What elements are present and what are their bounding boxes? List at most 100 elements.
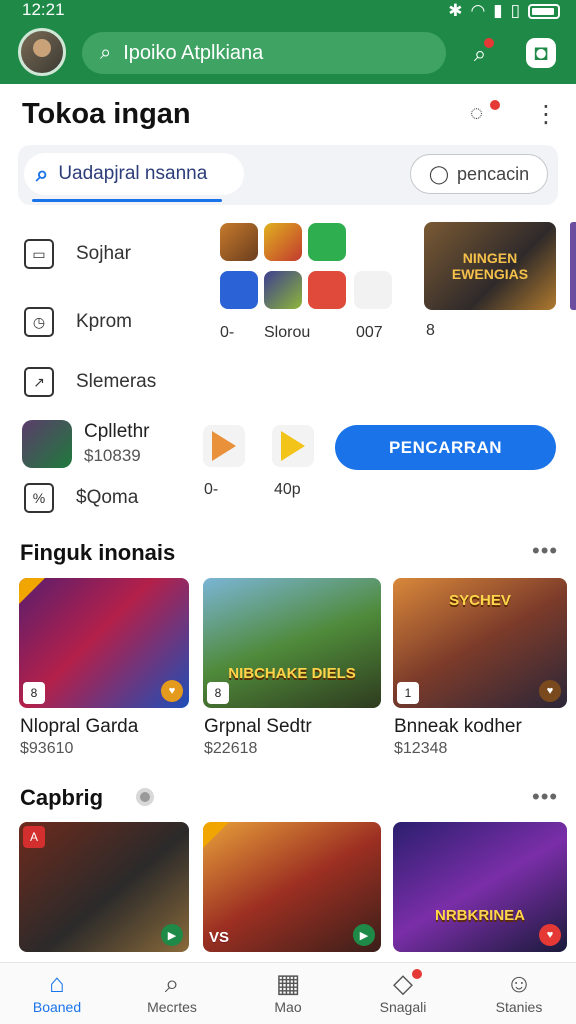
section-title: Finguk inonais xyxy=(20,540,176,565)
nav-tab-search[interactable]: ⌕ Mecrtes xyxy=(117,967,227,1015)
game-art-caption: NIBCHAKE DIELS xyxy=(228,665,356,682)
game-card[interactable]: VS ▶ xyxy=(203,822,381,952)
home-icon: ⌂ xyxy=(49,968,65,998)
section-more-button[interactable]: ••• xyxy=(532,784,558,810)
app-icon-warrior[interactable] xyxy=(220,223,258,261)
game-art-caption: SYCHEV xyxy=(449,592,511,609)
wifi-icon: ◠ xyxy=(470,1,486,20)
game-card[interactable]: A ▶ xyxy=(19,822,189,952)
game-name: Nlopral Garda xyxy=(20,716,139,737)
nav-tab-label: Mao xyxy=(274,999,302,1015)
nav-tab-label: Stanies xyxy=(495,999,543,1015)
section-more-button[interactable]: ••• xyxy=(532,538,558,564)
nav-tab-calendar[interactable]: ▦ Mao xyxy=(233,967,343,1015)
corner-ribbon xyxy=(19,578,45,604)
game-card[interactable]: 8 ♥ xyxy=(19,578,189,708)
section-title: Capbrig xyxy=(20,785,104,810)
notification-bell-button[interactable]: ◌ xyxy=(470,100,500,130)
featured-game-banner[interactable]: NINGEN EWENGIAS xyxy=(424,222,556,310)
search-notification-button[interactable]: ⌕ xyxy=(462,36,498,72)
top-app-bar: 12:21 ✱ ◠ ▮ ▯ ⌕ Ipoiko Atplkiana ⌕ ◘ xyxy=(0,0,576,84)
app-grid-label: 007 xyxy=(356,324,383,341)
game-card[interactable]: NIBCHAKE DIELS 8 xyxy=(203,578,381,708)
search-button-label: pencacin xyxy=(457,163,530,184)
search-input-text: Uadapjral nsanna xyxy=(58,163,208,184)
game-price: $93610 xyxy=(20,740,74,757)
game-name: Bnneak kodher xyxy=(394,716,522,737)
corner-ribbon xyxy=(203,822,229,848)
game-badge: A xyxy=(23,826,45,848)
favorite-icon[interactable]: ♥ xyxy=(539,924,561,946)
chat-icon[interactable]: ◘ xyxy=(526,38,556,68)
game-badge: 8 xyxy=(23,682,45,704)
nav-tab-profile[interactable]: ☺ Stanies xyxy=(464,967,574,1015)
search-icon: ⌕ xyxy=(164,968,180,998)
top-search-text: Ipoiko Atplkiana xyxy=(123,41,264,64)
game-card[interactable]: SYCHEV 1 ♥ xyxy=(393,578,567,708)
game-art xyxy=(203,578,381,708)
game-card[interactable]: NRBKRINEA ♥ xyxy=(393,822,567,952)
game-price: $22618 xyxy=(204,740,258,757)
menu-item-label: Sojhar xyxy=(76,243,131,264)
app-icon-red[interactable] xyxy=(308,271,346,309)
person-icon: ☺ xyxy=(505,968,533,998)
play-label: 0- xyxy=(204,481,219,498)
nav-tab-offers[interactable]: ◇ Snagali xyxy=(348,967,458,1015)
play-store-icon[interactable] xyxy=(203,425,245,467)
nav-tab-home[interactable]: ⌂ Boaned xyxy=(2,967,112,1015)
play-icon[interactable]: ▶ xyxy=(353,924,375,946)
clock-icon: ◷ xyxy=(24,307,54,337)
favorite-icon[interactable]: ♥ xyxy=(161,680,183,702)
menu-item-label: $Qoma xyxy=(76,487,139,508)
app-icon-mage[interactable] xyxy=(264,271,302,309)
app-icon-play-store[interactable] xyxy=(354,271,392,309)
tag-icon: ◇ xyxy=(348,967,458,999)
info-icon[interactable] xyxy=(136,788,154,806)
page-title: Tokoa ingan xyxy=(22,98,191,130)
cta-button[interactable]: PENCARRAN xyxy=(335,425,556,470)
game-art-caption: NRBKRINEA xyxy=(435,907,525,924)
search-button[interactable]: ◯ pencacin xyxy=(410,154,548,194)
app-icon-hero[interactable] xyxy=(264,223,302,261)
search-icon: ⌕ xyxy=(100,41,112,64)
trend-icon: ↗ xyxy=(24,367,54,397)
play-store-icon[interactable] xyxy=(272,425,314,467)
notification-dot xyxy=(412,969,422,979)
app-grid-label: 0- xyxy=(220,324,235,341)
nav-tab-label: Boaned xyxy=(32,999,82,1015)
app-icon-forward[interactable] xyxy=(220,271,258,309)
promo-app-name: Cpllethr xyxy=(84,421,150,442)
top-search-bar[interactable]: ⌕ Ipoiko Atplkiana xyxy=(82,32,446,74)
status-time: 12:21 xyxy=(22,0,65,19)
status-bar: 12:21 ✱ ◠ ▮ ▯ xyxy=(0,0,576,20)
menu-item-label: Slemeras xyxy=(76,371,157,392)
play-label: 40p xyxy=(274,481,301,498)
menu-item-kprom[interactable]: ◷ Kprom xyxy=(24,302,132,342)
chat-bubble-icon: ◯ xyxy=(428,163,450,184)
sim-icon: ▯ xyxy=(510,1,520,20)
search-icon: ⌕ xyxy=(36,161,49,186)
app-icon-play-green[interactable] xyxy=(308,223,346,261)
featured-badge: 8 xyxy=(426,322,435,339)
search-active-indicator xyxy=(32,199,222,202)
promo-app-icon[interactable] xyxy=(22,420,72,468)
game-name: Grpnal Sedtr xyxy=(204,716,312,737)
status-icons: ✱ ◠ ▮ ▯ xyxy=(448,1,560,21)
next-banner-peek[interactable] xyxy=(570,222,576,310)
favorite-icon[interactable]: ♥ xyxy=(539,680,561,702)
more-options-icon[interactable]: ⋮ xyxy=(534,100,558,132)
nav-tab-label: Mecrtes xyxy=(147,999,197,1015)
avatar[interactable] xyxy=(18,28,66,76)
nav-tab-label: Snagali xyxy=(379,999,427,1015)
discount-icon: % xyxy=(24,483,54,513)
menu-item-sojhar[interactable]: ▭ Sojhar xyxy=(24,234,131,274)
promo-app-price: $10839 xyxy=(84,446,141,465)
menu-item-qoma[interactable]: % $Qoma xyxy=(24,478,138,518)
game-art-caption: VS xyxy=(209,929,230,946)
bell-icon: ◌ xyxy=(470,100,484,125)
app-grid-label: Slorou xyxy=(264,324,311,341)
search-input[interactable]: ⌕ Uadapjral nsanna xyxy=(24,153,244,195)
play-icon[interactable]: ▶ xyxy=(161,924,183,946)
menu-item-slemeras[interactable]: ↗ Slemeras xyxy=(24,362,156,402)
notification-dot xyxy=(484,38,494,48)
